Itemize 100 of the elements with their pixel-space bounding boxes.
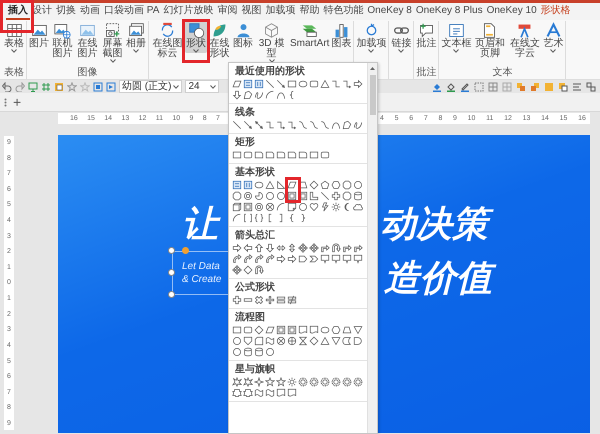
arc-icon[interactable] <box>276 202 286 212</box>
stored-data-icon[interactable] <box>342 336 352 346</box>
picture-icon[interactable] <box>54 82 64 92</box>
octagon-icon[interactable] <box>232 191 242 201</box>
brace-pair-icon[interactable] <box>254 213 264 223</box>
add-slide-button[interactable]: + <box>11 95 24 109</box>
curve-icon[interactable] <box>331 120 341 130</box>
diamond-icon[interactable] <box>254 325 264 335</box>
fill-icon[interactable] <box>446 82 456 92</box>
rounded-rectangle-icon[interactable] <box>309 79 319 89</box>
pentagon-arrow-icon[interactable] <box>298 254 308 264</box>
vertical-text-box-icon[interactable] <box>254 79 264 89</box>
u-turn-arrow-icon[interactable] <box>331 243 341 253</box>
star-icon[interactable] <box>67 82 77 92</box>
diamond-icon[interactable] <box>243 265 253 275</box>
rectangle-icon[interactable] <box>309 150 319 160</box>
left-right-arrow-icon[interactable] <box>276 243 286 253</box>
screen-icon[interactable] <box>28 82 38 92</box>
circle-icon[interactable] <box>265 347 275 357</box>
u-turn-arrow-icon[interactable] <box>254 265 264 275</box>
ribbon-tab[interactable]: OneKey 8 <box>365 4 414 20</box>
fill-icon[interactable] <box>432 82 442 92</box>
double-arrow-line-icon[interactable] <box>254 120 264 130</box>
ribbon-icon[interactable] <box>243 388 253 398</box>
chevron-icon[interactable] <box>309 254 319 264</box>
triangle-icon[interactable] <box>320 79 330 89</box>
ribbon-button[interactable]: 文本框 <box>440 21 472 53</box>
down-arrow-icon[interactable] <box>232 90 242 100</box>
ribbon-tab[interactable]: 口袋动画 PA <box>102 4 162 20</box>
diamond-icon[interactable] <box>309 336 319 346</box>
line-icon[interactable] <box>265 79 275 89</box>
ribbon-tab[interactable]: 帮助 <box>297 4 322 20</box>
ribbon-button[interactable]: 3D 模型 <box>254 21 289 63</box>
arc-icon[interactable] <box>232 213 242 223</box>
four-way-arrow-icon[interactable] <box>232 265 242 275</box>
equals-icon[interactable] <box>276 295 286 305</box>
rectangle-icon[interactable] <box>232 325 242 335</box>
scroll-up-icon[interactable] <box>369 65 376 72</box>
ribbon-button[interactable]: 链接 <box>390 21 412 53</box>
resize-handle[interactable] <box>168 291 175 298</box>
cylinder-icon[interactable] <box>243 347 253 357</box>
circle-icon[interactable] <box>232 336 242 346</box>
ribbon-button[interactable]: 表格 <box>3 21 25 53</box>
trapezoid-icon[interactable] <box>298 180 308 190</box>
parallelogram-icon[interactable] <box>232 79 242 89</box>
ribbon-button[interactable]: 在线图片 <box>75 21 100 59</box>
sun-icon[interactable] <box>331 202 341 212</box>
burst-icon[interactable] <box>243 377 253 387</box>
hexagon-icon[interactable] <box>331 180 341 190</box>
heart-icon[interactable] <box>309 202 319 212</box>
font-dropdown[interactable]: 幼圆 (正文) <box>119 80 182 93</box>
four-way-arrow-icon[interactable] <box>309 243 319 253</box>
ribbon-tab[interactable]: 审阅 <box>215 4 240 20</box>
trapezoid-icon[interactable] <box>342 325 352 335</box>
parallelogram-icon[interactable] <box>265 325 275 335</box>
crossed-circle-icon[interactable] <box>265 202 275 212</box>
folded-corner-icon[interactable] <box>287 202 297 212</box>
ribbon-tab[interactable]: 切换 <box>54 4 78 20</box>
elbow-connector-icon[interactable] <box>265 120 275 130</box>
plus-icon[interactable] <box>331 191 341 201</box>
circled-plus-icon[interactable] <box>287 336 297 346</box>
rectangle-icon[interactable] <box>287 79 297 89</box>
ribbon-button[interactable]: 艺术 <box>542 21 564 53</box>
rounded-rectangle-icon[interactable] <box>243 325 253 335</box>
down-arrow-icon[interactable] <box>265 243 275 253</box>
oval-icon[interactable] <box>320 325 330 335</box>
ribbon-tab[interactable]: 形状格 <box>538 4 573 20</box>
grid-icon[interactable] <box>41 82 51 92</box>
square-icon[interactable] <box>93 82 103 92</box>
wave-icon[interactable] <box>265 336 275 346</box>
card-icon[interactable] <box>254 336 264 346</box>
layers-icon[interactable] <box>558 82 568 92</box>
pentagon-icon[interactable] <box>320 180 330 190</box>
ribbon-button[interactable]: 图标 <box>232 21 254 49</box>
arrow-line-icon[interactable] <box>243 120 253 130</box>
scribble-icon[interactable] <box>254 90 264 100</box>
arrow-line-icon[interactable] <box>276 79 286 89</box>
ribbon-tab[interactable]: 加载项 <box>263 4 298 20</box>
bent-arrow-icon[interactable] <box>320 243 330 253</box>
scribble-icon[interactable] <box>353 120 363 130</box>
ribbon-tab[interactable]: 特色功能 <box>321 4 366 20</box>
scroll-thumb[interactable] <box>370 75 376 115</box>
font-size-dropdown[interactable]: 24 <box>185 80 220 93</box>
ribbon-tab[interactable]: 视图 <box>239 4 264 20</box>
pen-icon[interactable] <box>460 82 470 92</box>
l-shape-icon[interactable] <box>309 191 319 201</box>
adjust-handle[interactable] <box>182 247 189 254</box>
ribbon-button[interactable]: 联机图片 <box>50 21 75 59</box>
ribbon-tab[interactable]: 幻灯片放映 <box>161 4 216 20</box>
ribbon-icon[interactable] <box>232 388 242 398</box>
rounded-rectangle-icon[interactable] <box>320 150 330 160</box>
star-icon[interactable] <box>80 82 90 92</box>
text-box-icon[interactable] <box>243 79 253 89</box>
scrollbar[interactable] <box>367 63 377 433</box>
ribbon-button[interactable]: 屏幕截图 <box>100 21 125 63</box>
ribbon-button[interactable]: 在线形状 <box>207 21 232 59</box>
ribbon-button[interactable]: 图片 <box>28 21 50 49</box>
hourglass-icon[interactable] <box>298 336 308 346</box>
not-equal-icon[interactable] <box>287 295 297 305</box>
cylinder-icon[interactable] <box>254 347 264 357</box>
